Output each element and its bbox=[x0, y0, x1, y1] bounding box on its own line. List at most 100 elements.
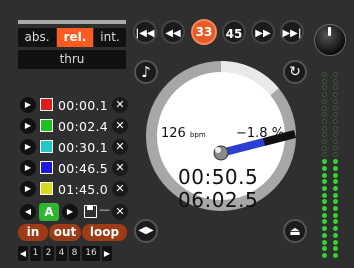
meter-dot bbox=[322, 226, 327, 232]
cue-time: 00:30.1 bbox=[58, 140, 109, 155]
meter-dot bbox=[333, 118, 338, 124]
caret-left-icon: ◀ bbox=[19, 249, 27, 258]
bpm-unit: bpm bbox=[189, 131, 206, 139]
meter-dot bbox=[322, 206, 327, 211]
meter-dot bbox=[333, 172, 338, 178]
meter-dot bbox=[333, 85, 338, 91]
meter-dot bbox=[333, 232, 338, 238]
meter-dot bbox=[333, 125, 338, 131]
meter-dot bbox=[333, 159, 338, 165]
meter-dot bbox=[333, 165, 338, 171]
meter-dot bbox=[322, 72, 327, 77]
meter-dot bbox=[333, 78, 338, 84]
beat-option[interactable]: 16 bbox=[82, 246, 100, 261]
meter-dot bbox=[322, 112, 327, 118]
loop-delete-button[interactable]: ✕ bbox=[112, 204, 128, 220]
loop-separator: — bbox=[99, 203, 110, 216]
beat-option[interactable]: 1 bbox=[30, 246, 41, 261]
gain-knob[interactable] bbox=[314, 24, 346, 56]
left-right-arrows-icon: ◀▶ bbox=[138, 225, 154, 236]
cue-delete-button[interactable]: ✕ bbox=[112, 97, 128, 113]
knob-indicator bbox=[328, 27, 331, 36]
level-meter bbox=[318, 72, 344, 262]
caret-right-icon: ▶ bbox=[66, 207, 74, 216]
speed-33-button[interactable]: 33 bbox=[191, 19, 217, 45]
cue-time: 00:00.1 bbox=[58, 98, 109, 113]
pitch-readout: −1.8 % bbox=[236, 126, 285, 141]
meter-dot bbox=[333, 132, 338, 138]
cue-play-button[interactable]: ▶ bbox=[20, 118, 36, 134]
beat-next-button[interactable]: ▶ bbox=[102, 246, 112, 261]
bpm-value: 126 bbox=[161, 126, 186, 141]
beat-option[interactable]: 2 bbox=[43, 246, 54, 261]
loop-out-button[interactable]: out bbox=[49, 224, 81, 241]
meter-dot bbox=[333, 252, 338, 258]
meter-dot bbox=[322, 85, 327, 91]
meter-dot bbox=[322, 172, 327, 178]
spindle-highlight bbox=[215, 147, 221, 153]
floppy-disk-icon bbox=[84, 205, 97, 218]
cue-play-button[interactable]: ▶ bbox=[20, 181, 36, 197]
meter-dot bbox=[322, 199, 327, 205]
cue-delete-button[interactable]: ✕ bbox=[112, 118, 128, 134]
meter-dot bbox=[322, 125, 327, 131]
thru-button[interactable]: thru bbox=[18, 50, 126, 69]
top-stripe bbox=[18, 20, 126, 24]
cue-color-swatch bbox=[40, 140, 53, 153]
cue-color-swatch bbox=[40, 119, 53, 132]
meter-dot bbox=[322, 252, 327, 258]
loop-toggle-button[interactable]: loop bbox=[82, 224, 127, 241]
mode-abs-button[interactable]: abs. bbox=[18, 28, 56, 47]
eject-button[interactable]: ⏏ bbox=[283, 219, 307, 243]
cue-play-button[interactable]: ▶ bbox=[20, 97, 36, 113]
save-loop-button[interactable] bbox=[84, 205, 97, 218]
eject-icon: ⏏ bbox=[289, 224, 301, 238]
beat-prev-button[interactable]: ◀ bbox=[18, 246, 28, 261]
mode-rel-button[interactable]: rel. bbox=[57, 28, 93, 47]
meter-dot bbox=[322, 132, 327, 138]
meter-dot bbox=[322, 246, 327, 252]
cue-delete-button[interactable]: ✕ bbox=[112, 181, 128, 197]
meter-dot bbox=[322, 219, 327, 225]
rewind-button[interactable]: ◀◀ bbox=[161, 20, 185, 44]
meter-dot bbox=[322, 98, 327, 104]
meter-dot bbox=[333, 212, 338, 218]
caret-left-icon: ◀ bbox=[24, 207, 32, 216]
elapsed-time: 00:50.5 bbox=[178, 165, 259, 189]
beat-option[interactable]: 4 bbox=[56, 246, 67, 261]
cue-time: 00:46.5 bbox=[58, 161, 109, 176]
mode-int-button[interactable]: int. bbox=[94, 28, 126, 47]
bpm-readout: 126 bpm bbox=[161, 126, 206, 141]
meter-dot bbox=[333, 246, 338, 252]
meter-dot bbox=[333, 152, 338, 158]
fast-forward-button[interactable]: ▶▶ bbox=[251, 20, 275, 44]
beat-option[interactable]: 8 bbox=[69, 246, 80, 261]
meter-dot bbox=[322, 152, 327, 158]
fast-forward-icon: ▶▶ bbox=[255, 28, 271, 39]
skip-back-icon: |◀◀ bbox=[135, 28, 155, 39]
cue-play-button[interactable]: ▶ bbox=[20, 139, 36, 155]
total-time: 06:02.5 bbox=[178, 188, 259, 212]
cue-delete-button[interactable]: ✕ bbox=[112, 160, 128, 176]
meter-dot bbox=[333, 206, 338, 211]
meter-dot bbox=[333, 179, 338, 185]
loop-prev-button[interactable]: ◀ bbox=[20, 204, 36, 220]
nudge-button[interactable]: ◀▶ bbox=[134, 219, 158, 243]
skip-back-button[interactable]: |◀◀ bbox=[133, 20, 157, 44]
cue-delete-button[interactable]: ✕ bbox=[112, 139, 128, 155]
skip-forward-button[interactable]: ▶▶| bbox=[280, 20, 304, 44]
meter-dot bbox=[322, 185, 327, 191]
meter-dot bbox=[333, 139, 338, 144]
speed-45-button[interactable]: 45 bbox=[222, 20, 246, 44]
loop-slot[interactable]: A bbox=[39, 203, 59, 221]
meter-dot bbox=[322, 179, 327, 185]
meter-dot bbox=[322, 165, 327, 171]
meter-dot bbox=[333, 219, 338, 225]
cue-play-button[interactable]: ▶ bbox=[20, 160, 36, 176]
skip-forward-icon: ▶▶| bbox=[282, 28, 302, 39]
loop-next-button[interactable]: ▶ bbox=[62, 204, 78, 220]
meter-dot bbox=[333, 239, 338, 245]
meter-dot bbox=[333, 199, 338, 205]
loop-in-button[interactable]: in bbox=[18, 224, 48, 241]
cue-time: 01:45.0 bbox=[58, 182, 109, 197]
